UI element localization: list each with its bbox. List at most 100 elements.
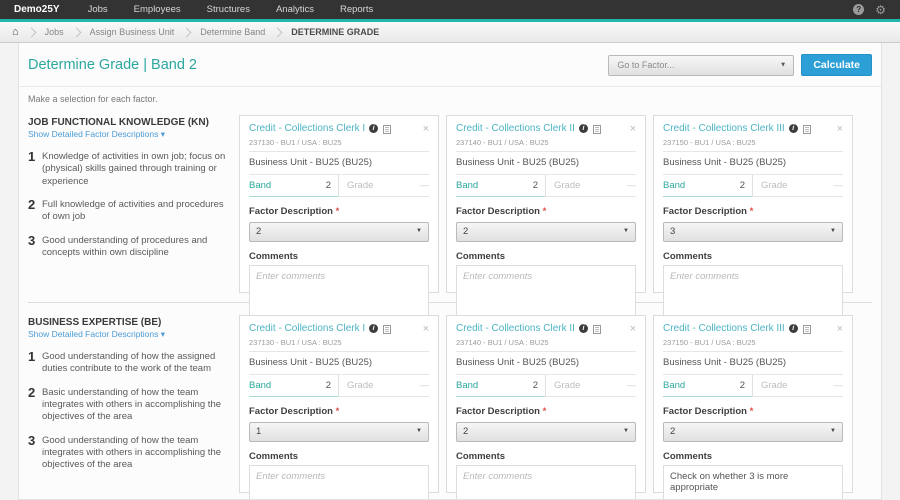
factor-select-wrap: 2: [249, 221, 429, 242]
comments-textarea[interactable]: [663, 265, 843, 318]
copy-icon[interactable]: [803, 325, 811, 334]
factor-section-kn: JOB FUNCTIONAL KNOWLEDGE (KN) Show Detai…: [19, 106, 881, 299]
grade-label: Grade: [554, 380, 580, 391]
grade-cell: Grade —: [752, 375, 843, 397]
job-title-link[interactable]: Credit - Collections Clerk III: [663, 323, 785, 334]
required-asterisk: *: [543, 406, 547, 417]
band-grade-row: Band 2 Grade —: [456, 375, 636, 397]
level-number: 2: [28, 199, 42, 224]
band-cell: Band 2: [663, 375, 752, 397]
chevron-right-icon: [71, 27, 81, 37]
info-icon[interactable]: i: [369, 324, 378, 333]
grade-cell: Grade —: [545, 375, 636, 397]
job-code: 237130 - BU1 / USA : BU25: [249, 138, 429, 152]
factor-description-label: Factor Description *: [249, 406, 429, 417]
grade-value: —: [420, 380, 430, 391]
level-number: 2: [28, 387, 42, 424]
nav-item-analytics[interactable]: Analytics: [263, 0, 327, 19]
band-grade-row: Band 2 Grade —: [249, 175, 429, 197]
info-icon[interactable]: i: [789, 124, 798, 133]
card-title-row: Credit - Collections Clerk II i ×: [456, 323, 636, 334]
copy-icon[interactable]: [383, 325, 391, 334]
copy-icon[interactable]: [803, 125, 811, 134]
gear-icon[interactable]: ⚙: [875, 4, 886, 16]
grade-value: —: [627, 380, 637, 391]
comments-textarea[interactable]: Check on whether 3 is more appropriate: [663, 465, 843, 500]
job-title-link[interactable]: Credit - Collections Clerk II: [456, 323, 575, 334]
business-unit: Business Unit - BU25 (BU25): [249, 352, 429, 375]
close-icon[interactable]: ×: [630, 124, 636, 134]
show-detailed-descriptions-link[interactable]: Show Detailed Factor Descriptions ▾: [28, 329, 228, 340]
go-to-factor-select[interactable]: Go to Factor...: [608, 55, 794, 76]
breadcrumb-determine-band[interactable]: Determine Band: [200, 27, 265, 37]
close-icon[interactable]: ×: [837, 124, 843, 134]
band-grade-row: Band 2 Grade —: [456, 175, 636, 197]
factor-description-text: Factor Description: [663, 406, 747, 417]
nav-item-employees[interactable]: Employees: [121, 0, 194, 19]
chevron-right-icon: [26, 27, 36, 37]
factor-description-text: Factor Description: [663, 206, 747, 217]
factor-description-select[interactable]: 2: [456, 422, 636, 442]
job-title-link[interactable]: Credit - Collections Clerk I: [249, 123, 365, 134]
required-asterisk: *: [750, 206, 754, 217]
close-icon[interactable]: ×: [630, 324, 636, 334]
band-label: Band: [456, 180, 478, 191]
band-label: Band: [249, 180, 271, 191]
comments-textarea[interactable]: [456, 465, 636, 500]
comments-textarea[interactable]: [249, 465, 429, 500]
nav-item-jobs[interactable]: Jobs: [75, 0, 121, 19]
app-brand[interactable]: Demo25Y: [0, 0, 75, 19]
comments-label: Comments: [663, 451, 843, 462]
card-title-row: Credit - Collections Clerk I i ×: [249, 323, 429, 334]
factor-description-select[interactable]: 2: [249, 222, 429, 242]
job-title-link[interactable]: Credit - Collections Clerk I: [249, 323, 365, 334]
job-code: 237130 - BU1 / USA : BU25: [249, 338, 429, 352]
breadcrumb-jobs[interactable]: Jobs: [45, 27, 64, 37]
copy-icon[interactable]: [383, 125, 391, 134]
breadcrumb-assign-business-unit[interactable]: Assign Business Unit: [90, 27, 175, 37]
nav-item-reports[interactable]: Reports: [327, 0, 386, 19]
navbar-right: ? ⚙: [853, 0, 900, 19]
close-icon[interactable]: ×: [423, 124, 429, 134]
show-detailed-descriptions-link[interactable]: Show Detailed Factor Descriptions ▾: [28, 129, 228, 140]
comments-textarea[interactable]: [456, 265, 636, 318]
level-text: Good understanding of how the team integ…: [42, 435, 228, 472]
band-label: Band: [663, 180, 685, 191]
job-title-link[interactable]: Credit - Collections Clerk III: [663, 123, 785, 134]
grade-cell: Grade —: [545, 175, 636, 197]
band-cell: Band 2: [456, 375, 545, 397]
business-unit: Business Unit - BU25 (BU25): [456, 152, 636, 175]
info-icon[interactable]: i: [579, 324, 588, 333]
factor-description-label: Factor Description *: [456, 406, 636, 417]
level-number: 1: [28, 351, 42, 376]
copy-icon[interactable]: [593, 125, 601, 134]
factor-description-select[interactable]: 2: [456, 222, 636, 242]
nav-item-structures[interactable]: Structures: [194, 0, 263, 19]
home-icon[interactable]: ⌂: [12, 27, 19, 37]
factor-description-select[interactable]: 2: [663, 422, 843, 442]
factor-descriptions-be: BUSINESS EXPERTISE (BE) Show Detailed Fa…: [27, 315, 232, 493]
business-unit: Business Unit - BU25 (BU25): [663, 152, 843, 175]
chevron-right-icon: [182, 27, 192, 37]
required-asterisk: *: [750, 406, 754, 417]
copy-icon[interactable]: [593, 325, 601, 334]
help-icon[interactable]: ?: [853, 4, 864, 15]
header-controls: Go to Factor... Calculate: [608, 54, 872, 76]
info-icon[interactable]: i: [789, 324, 798, 333]
card-title-row: Credit - Collections Clerk III i ×: [663, 123, 843, 134]
page-subtitle: Make a selection for each factor.: [19, 87, 881, 106]
job-card: Credit - Collections Clerk I i × 237130 …: [239, 315, 439, 493]
band-label: Band: [249, 380, 271, 391]
job-title-link[interactable]: Credit - Collections Clerk II: [456, 123, 575, 134]
calculate-button[interactable]: Calculate: [801, 54, 872, 76]
comments-textarea[interactable]: [249, 265, 429, 318]
info-icon[interactable]: i: [369, 124, 378, 133]
factor-description-select[interactable]: 3: [663, 222, 843, 242]
factor-select-wrap: 1: [249, 421, 429, 442]
info-icon[interactable]: i: [579, 124, 588, 133]
factor-description-select[interactable]: 1: [249, 422, 429, 442]
close-icon[interactable]: ×: [837, 324, 843, 334]
close-icon[interactable]: ×: [423, 324, 429, 334]
page-title: Determine Grade | Band 2: [28, 57, 197, 73]
card-title-row: Credit - Collections Clerk I i ×: [249, 123, 429, 134]
